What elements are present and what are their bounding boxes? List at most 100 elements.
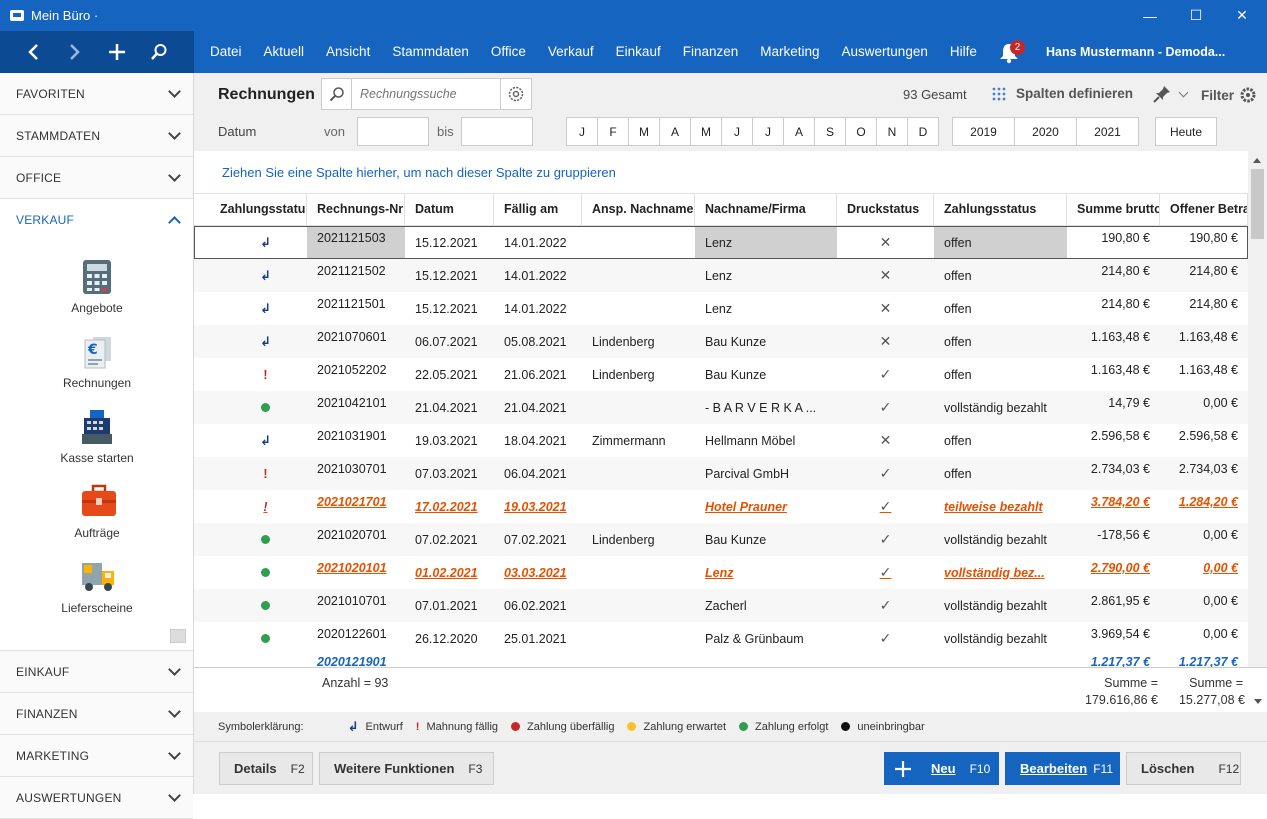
sidebar-section-finanzen[interactable]: FINANZEN	[0, 693, 193, 735]
cross-icon: ✕	[879, 267, 892, 283]
table-row[interactable]: 2021010701 07.01.2021 06.02.2021 Zacherl ✓ vo…	[194, 589, 1248, 622]
month-button[interactable]: F	[597, 117, 629, 146]
menu-item-verkauf[interactable]: Verkauf	[537, 31, 605, 73]
cell-druck: ✕	[837, 226, 934, 259]
menu-item-aktuell[interactable]: Aktuell	[253, 31, 316, 73]
year-button[interactable]: 2020	[1014, 117, 1077, 146]
column-header[interactable]: Zahlungsstatus	[194, 194, 307, 225]
define-columns-button[interactable]: Spalten definieren	[992, 86, 1133, 101]
year-button[interactable]: 2019	[952, 117, 1015, 146]
today-button[interactable]: Heute	[1155, 117, 1217, 146]
sidebar-item-kasse-starten[interactable]: Kasse starten	[0, 409, 194, 465]
sidebar-section-auswertungen[interactable]: AUSWERTUNGEN	[0, 777, 193, 819]
menu-item-finanzen[interactable]: Finanzen	[672, 31, 750, 73]
month-button[interactable]: S	[814, 117, 846, 146]
sidebar-section-einkauf[interactable]: EINKAUF	[0, 651, 193, 693]
table-row[interactable]: ↲ 2021031901 19.03.2021 18.04.2021 Zimmerman…	[194, 424, 1248, 457]
scroll-down-icon[interactable]	[1254, 699, 1262, 704]
column-header[interactable]: Summe brutto	[1067, 194, 1160, 225]
details-button[interactable]: Details F2	[219, 752, 313, 785]
month-button[interactable]: A	[659, 117, 691, 146]
sidebar-item-rechnungen[interactable]: € Rechnungen	[0, 334, 194, 390]
add-button[interactable]	[96, 31, 138, 73]
column-header[interactable]: Offener Betrag	[1160, 194, 1248, 225]
menu-item-hilfe[interactable]: Hilfe	[939, 31, 988, 73]
edit-button[interactable]: Bearbeiten F11	[1005, 752, 1120, 785]
search-settings-button[interactable]	[500, 78, 532, 110]
column-header[interactable]: Rechnungs-Nr	[307, 194, 405, 225]
sidebar-section-verkauf[interactable]: VERKAUF	[0, 199, 193, 241]
month-button[interactable]: A	[783, 117, 815, 146]
sidebar-section-stammdaten[interactable]: STAMMDATEN	[0, 115, 193, 157]
table-row[interactable]: ↲ 2021121502 15.12.2021 14.01.2022 Lenz ✕ offe…	[194, 259, 1248, 292]
table-row[interactable]: ↲ 2021121503 15.12.2021 14.01.2022 Lenz ✕ offe…	[194, 226, 1248, 259]
delete-button[interactable]: Löschen F12	[1126, 752, 1241, 785]
sidebar-item-angebote[interactable]: Angebote	[0, 259, 194, 315]
year-button[interactable]: 2021	[1076, 117, 1139, 146]
menu-item-stammdaten[interactable]: Stammdaten	[381, 31, 480, 73]
table-row[interactable]: 2021020101 01.02.2021 03.03.2021 Lenz ✓ volls…	[194, 556, 1248, 589]
cell-offen: 2.734,03 €	[1160, 457, 1248, 490]
close-button[interactable]: ✕	[1219, 0, 1265, 31]
new-button[interactable]: Neu F10	[884, 752, 999, 785]
search-button[interactable]	[322, 79, 352, 109]
date-from-input[interactable]	[357, 117, 429, 146]
global-search-button[interactable]	[138, 31, 180, 73]
date-to-input[interactable]	[461, 117, 533, 146]
maximize-button[interactable]: ☐	[1173, 0, 1219, 31]
month-button[interactable]: J	[721, 117, 753, 146]
menu-item-auswertungen[interactable]: Auswertungen	[831, 31, 939, 73]
menu-item-marketing[interactable]: Marketing	[749, 31, 830, 73]
menu-item-einkauf[interactable]: Einkauf	[605, 31, 672, 73]
minimize-button[interactable]: —	[1127, 0, 1173, 31]
cell-druck: ✕	[837, 292, 934, 325]
table-row[interactable]: 2020122601 26.12.2020 25.01.2021 Palz & Grü…	[194, 622, 1248, 655]
table-row[interactable]: 2021042101 21.04.2021 21.04.2021 - B A R V …	[194, 391, 1248, 424]
column-header[interactable]: Fällig am	[494, 194, 582, 225]
sidebar-item-aufträge[interactable]: Aufträge	[0, 484, 194, 540]
table-row[interactable]: ! 2021052202 22.05.2021 21.06.2021 Lindenber…	[194, 358, 1248, 391]
notifications-button[interactable]: 2	[998, 39, 1025, 65]
month-button[interactable]: O	[845, 117, 877, 146]
sidebar-section-favoriten[interactable]: FAVORITEN	[0, 73, 193, 115]
column-header[interactable]: Zahlungsstatus	[934, 194, 1067, 225]
scroll-up-icon[interactable]	[1253, 158, 1261, 163]
sidebar-item-lieferscheine[interactable]: Lieferscheine	[0, 559, 194, 615]
column-header[interactable]: Druckstatus	[837, 194, 934, 225]
status-dot-icon	[511, 722, 521, 731]
chevron-up-icon	[168, 215, 181, 229]
forward-button[interactable]	[54, 31, 96, 73]
back-button[interactable]	[12, 31, 54, 73]
cell-summe: 3.784,20 €	[1067, 490, 1160, 523]
menu-item-ansicht[interactable]: Ansicht	[315, 31, 381, 73]
table-row[interactable]: ↲ 2021070601 06.07.2021 05.08.2021 Lindenber…	[194, 325, 1248, 358]
pin-button[interactable]	[1152, 84, 1189, 104]
status-symbol-cell: !	[194, 457, 307, 490]
filter-button[interactable]: Filter	[1201, 86, 1257, 104]
menu-item-datei[interactable]: Datei	[199, 31, 253, 73]
column-header[interactable]: Ansp. Nachname	[582, 194, 695, 225]
search-input[interactable]	[360, 87, 520, 101]
table-row[interactable]: ! 2021030701 07.03.2021 06.04.2021 Parcival …	[194, 457, 1248, 490]
table-row[interactable]: ! 2021021701 17.02.2021 19.03.2021 Hotel Pra…	[194, 490, 1248, 523]
sidebar-section-office[interactable]: OFFICE	[0, 157, 193, 199]
payment-done-dot-icon	[261, 403, 270, 412]
scroll-down-button[interactable]	[170, 629, 186, 643]
more-functions-button[interactable]: Weitere Funktionen F3	[319, 752, 494, 785]
month-button[interactable]: J	[752, 117, 784, 146]
month-button[interactable]: M	[690, 117, 722, 146]
column-header[interactable]: Nachname/Firma	[695, 194, 837, 225]
month-button[interactable]: N	[876, 117, 908, 146]
month-button[interactable]: M	[628, 117, 660, 146]
month-button[interactable]: D	[907, 117, 939, 146]
vertical-scrollbar[interactable]	[1248, 151, 1267, 740]
table-row[interactable]: 2021020701 07.02.2021 07.02.2021 Lindenberg…	[194, 523, 1248, 556]
menu-item-office[interactable]: Office	[480, 31, 537, 73]
table-row[interactable]: ↲ 2021121501 15.12.2021 14.01.2022 Lenz ✕ offe…	[194, 292, 1248, 325]
scroll-thumb[interactable]	[1251, 169, 1264, 239]
cell-offen: 1.217,37 €	[1178, 655, 1238, 667]
user-name[interactable]: Hans Mustermann - Demoda...	[1046, 31, 1225, 73]
month-button[interactable]: J	[566, 117, 598, 146]
sidebar-section-marketing[interactable]: MARKETING	[0, 735, 193, 777]
column-header[interactable]: Datum	[405, 194, 494, 225]
